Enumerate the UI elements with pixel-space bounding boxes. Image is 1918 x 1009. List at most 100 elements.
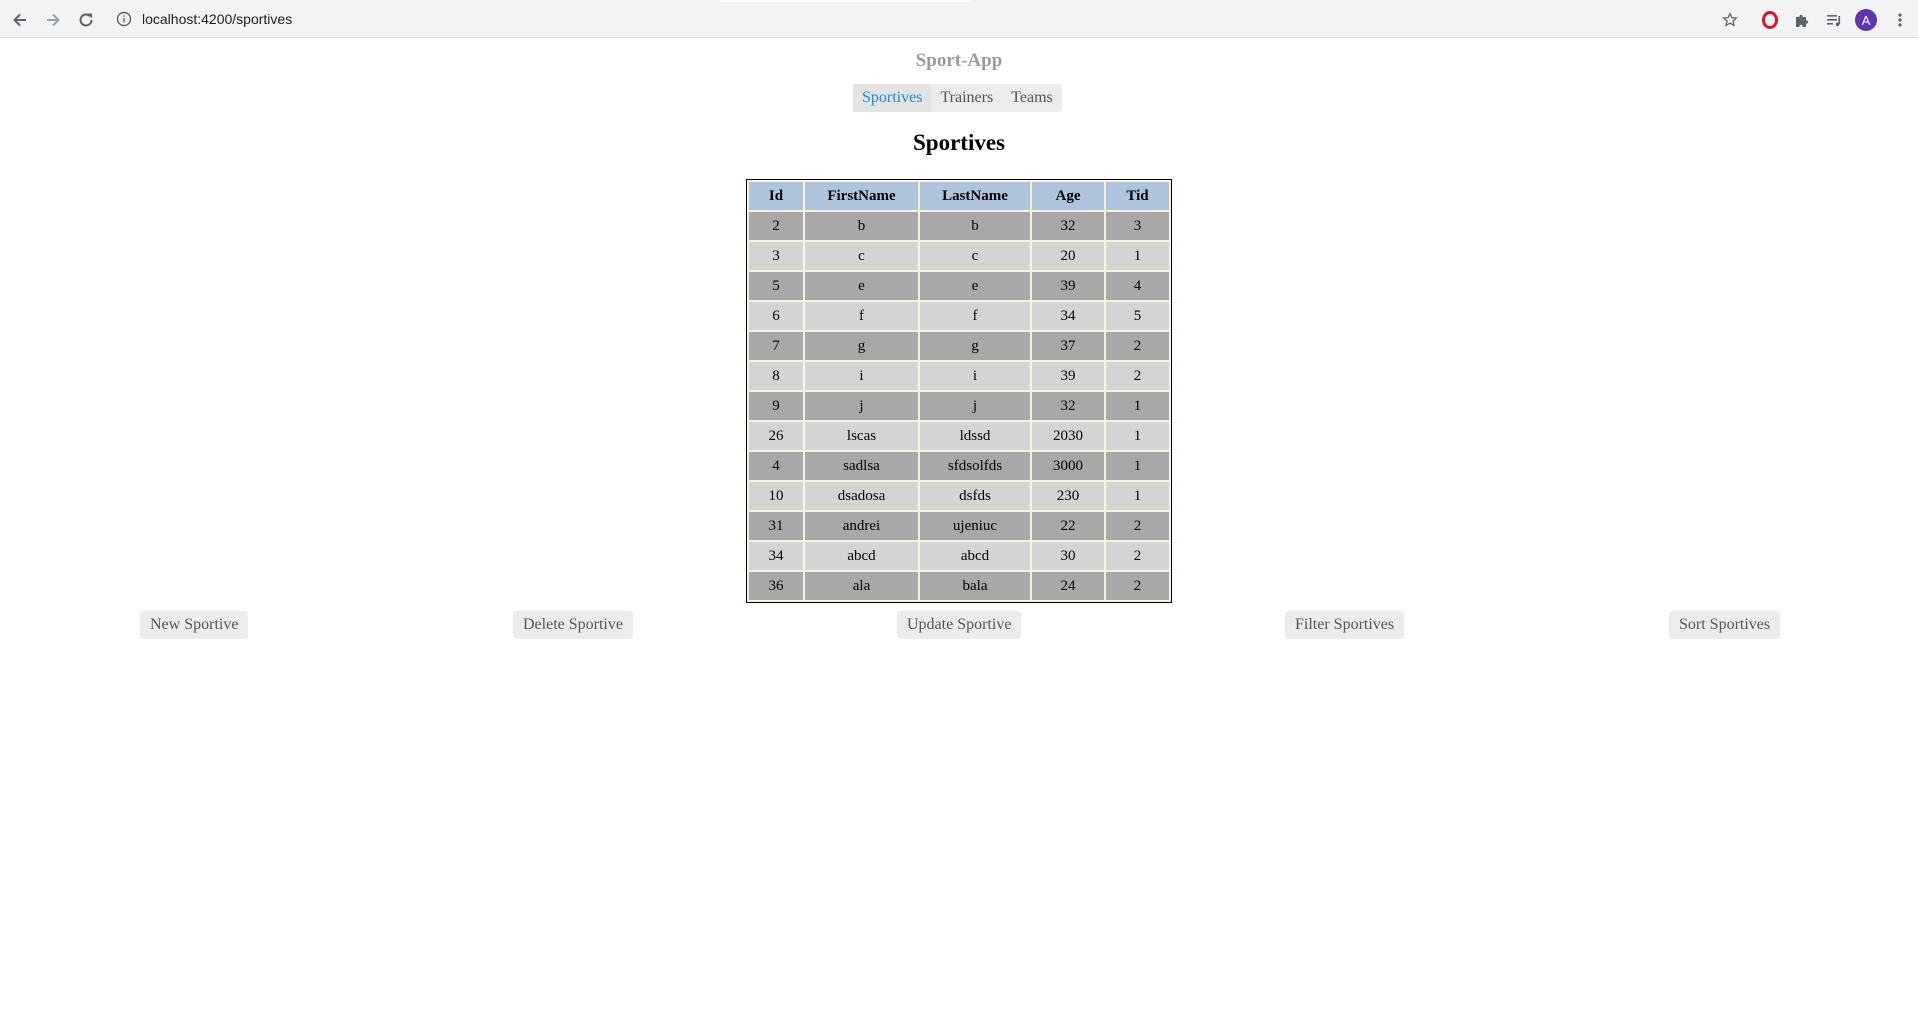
cell-lastname: b bbox=[920, 212, 1030, 240]
cell-id: 31 bbox=[749, 512, 803, 540]
table-row[interactable]: 34 abcd abcd 30 2 bbox=[749, 542, 1169, 570]
cell-lastname: ujeniuc bbox=[920, 512, 1030, 540]
opera-icon[interactable] bbox=[1758, 8, 1782, 32]
cell-firstname: f bbox=[805, 302, 918, 330]
table-row[interactable]: 36 ala bala 24 2 bbox=[749, 572, 1169, 600]
kebab-menu-icon[interactable] bbox=[1888, 8, 1912, 32]
cell-tid: 2 bbox=[1106, 572, 1169, 600]
cell-lastname: g bbox=[920, 332, 1030, 360]
cell-lastname: dsfds bbox=[920, 482, 1030, 510]
cell-lastname: ldssd bbox=[920, 422, 1030, 450]
sportives-table: Id FirstName LastName Age Tid 2 b b 32 3… bbox=[746, 179, 1172, 603]
tab-sportives[interactable]: Sportives bbox=[853, 84, 932, 112]
page-title: Sportives bbox=[913, 130, 1005, 155]
table-row[interactable]: 31 andrei ujeniuc 22 2 bbox=[749, 512, 1169, 540]
column-header-tid: Tid bbox=[1106, 182, 1169, 210]
star-icon[interactable] bbox=[1718, 8, 1742, 32]
cell-age: 34 bbox=[1032, 302, 1104, 330]
info-icon[interactable] bbox=[116, 11, 132, 27]
table-row[interactable]: 8 i i 39 2 bbox=[749, 362, 1169, 390]
cell-lastname: j bbox=[920, 392, 1030, 420]
address-bar[interactable]: localhost:4200/sportives bbox=[108, 4, 1760, 34]
reload-icon[interactable] bbox=[74, 8, 98, 32]
column-header-id: Id bbox=[749, 182, 803, 210]
new-sportive-button[interactable]: New Sportive bbox=[140, 611, 249, 639]
cell-age: 32 bbox=[1032, 212, 1104, 240]
media-queue-icon[interactable] bbox=[1822, 8, 1846, 32]
cell-age: 32 bbox=[1032, 392, 1104, 420]
back-arrow-icon[interactable] bbox=[8, 8, 32, 32]
table-row[interactable]: 4 sadlsa sfdsolfds 3000 1 bbox=[749, 452, 1169, 480]
table-row[interactable]: 6 f f 34 5 bbox=[749, 302, 1169, 330]
cell-lastname: i bbox=[920, 362, 1030, 390]
table-body: 2 b b 32 3 3 c c 20 1 5 e e 39 4 6 f f 3… bbox=[749, 212, 1169, 600]
cell-tid: 1 bbox=[1106, 452, 1169, 480]
cell-tid: 4 bbox=[1106, 272, 1169, 300]
tab-strip-edge bbox=[720, 0, 970, 2]
cell-firstname: dsadosa bbox=[805, 482, 918, 510]
cell-lastname: sfdsolfds bbox=[920, 452, 1030, 480]
column-header-lastname: LastName bbox=[920, 182, 1030, 210]
cell-id: 4 bbox=[749, 452, 803, 480]
cell-id: 8 bbox=[749, 362, 803, 390]
cell-lastname: bala bbox=[920, 572, 1030, 600]
cell-tid: 1 bbox=[1106, 422, 1169, 450]
column-header-firstname: FirstName bbox=[805, 182, 918, 210]
cell-firstname: e bbox=[805, 272, 918, 300]
table-row[interactable]: 2 b b 32 3 bbox=[749, 212, 1169, 240]
table-row[interactable]: 26 lscas ldssd 2030 1 bbox=[749, 422, 1169, 450]
cell-id: 2 bbox=[749, 212, 803, 240]
cell-lastname: e bbox=[920, 272, 1030, 300]
cell-firstname: i bbox=[805, 362, 918, 390]
cell-age: 39 bbox=[1032, 362, 1104, 390]
sort-sportives-button[interactable]: Sort Sportives bbox=[1669, 611, 1781, 639]
cell-firstname: g bbox=[805, 332, 918, 360]
cell-firstname: ala bbox=[805, 572, 918, 600]
cell-firstname: abcd bbox=[805, 542, 918, 570]
cell-age: 24 bbox=[1032, 572, 1104, 600]
cell-id: 7 bbox=[749, 332, 803, 360]
table-row[interactable]: 5 e e 39 4 bbox=[749, 272, 1169, 300]
cell-id: 36 bbox=[749, 572, 803, 600]
cell-age: 30 bbox=[1032, 542, 1104, 570]
cell-age: 3000 bbox=[1032, 452, 1104, 480]
avatar[interactable]: A bbox=[1855, 9, 1877, 31]
update-sportive-button[interactable]: Update Sportive bbox=[897, 611, 1022, 639]
table-row[interactable]: 7 g g 37 2 bbox=[749, 332, 1169, 360]
cell-age: 2030 bbox=[1032, 422, 1104, 450]
cell-id: 6 bbox=[749, 302, 803, 330]
cell-tid: 2 bbox=[1106, 512, 1169, 540]
browser-toolbar: localhost:4200/sportives A bbox=[0, 0, 1918, 38]
app-title: Sport-App bbox=[915, 50, 1003, 71]
cell-firstname: b bbox=[805, 212, 918, 240]
cell-tid: 1 bbox=[1106, 392, 1169, 420]
app-nav: Sportives Trainers Teams bbox=[853, 84, 1062, 112]
filter-sportives-button[interactable]: Filter Sportives bbox=[1285, 611, 1405, 639]
cell-tid: 1 bbox=[1106, 242, 1169, 270]
cell-firstname: j bbox=[805, 392, 918, 420]
url-text: localhost:4200/sportives bbox=[142, 11, 293, 27]
cell-age: 22 bbox=[1032, 512, 1104, 540]
table-row[interactable]: 3 c c 20 1 bbox=[749, 242, 1169, 270]
table-row[interactable]: 10 dsadosa dsfds 230 1 bbox=[749, 482, 1169, 510]
delete-sportive-button[interactable]: Delete Sportive bbox=[513, 611, 633, 639]
tab-trainers[interactable]: Trainers bbox=[931, 84, 1002, 112]
cell-age: 37 bbox=[1032, 332, 1104, 360]
cell-id: 26 bbox=[749, 422, 803, 450]
cell-tid: 1 bbox=[1106, 482, 1169, 510]
cell-id: 10 bbox=[749, 482, 803, 510]
cell-tid: 2 bbox=[1106, 542, 1169, 570]
cell-id: 3 bbox=[749, 242, 803, 270]
puzzle-icon[interactable] bbox=[1790, 8, 1814, 32]
cell-id: 9 bbox=[749, 392, 803, 420]
cell-id: 5 bbox=[749, 272, 803, 300]
cell-tid: 2 bbox=[1106, 362, 1169, 390]
cell-tid: 2 bbox=[1106, 332, 1169, 360]
column-header-age: Age bbox=[1032, 182, 1104, 210]
cell-tid: 5 bbox=[1106, 302, 1169, 330]
tab-teams[interactable]: Teams bbox=[1002, 84, 1062, 112]
cell-firstname: andrei bbox=[805, 512, 918, 540]
table-row[interactable]: 9 j j 32 1 bbox=[749, 392, 1169, 420]
forward-arrow-icon[interactable] bbox=[41, 8, 65, 32]
cell-lastname: c bbox=[920, 242, 1030, 270]
